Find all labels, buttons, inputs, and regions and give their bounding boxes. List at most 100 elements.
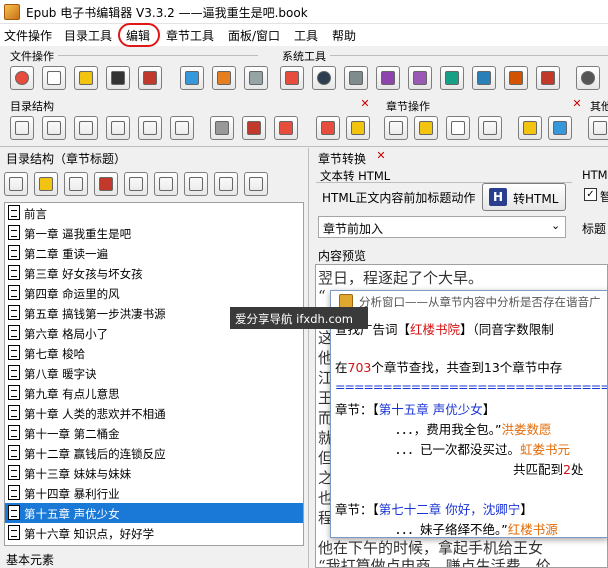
chapter-export-button[interactable] — [518, 116, 542, 140]
toc-item[interactable]: 第八章 暖字诀 — [5, 363, 303, 383]
code-button[interactable] — [472, 66, 496, 90]
toc-indent-button[interactable] — [138, 116, 162, 140]
close-chapter-toolbar-icon[interactable]: ✕ — [572, 98, 582, 109]
open-file-button[interactable] — [10, 66, 34, 90]
save-button[interactable] — [106, 66, 130, 90]
toc-item[interactable]: 第十四章 暴利行业 — [5, 483, 303, 503]
toc-item[interactable]: 第四章 命运里的风 — [5, 283, 303, 303]
panel-delete-button[interactable] — [214, 172, 238, 196]
tab-html[interactable]: HTML — [582, 168, 608, 182]
toc-item[interactable]: 第十二章 赢钱后的连锁反应 — [5, 443, 303, 463]
outdent-icon — [175, 121, 189, 135]
menu-toc-tools[interactable]: 目录工具 — [64, 27, 112, 44]
toc-item[interactable]: 第七章 梭哈 — [5, 343, 303, 363]
hit-snippet-line: ．．．妹子络绎不绝。”红楼书源 — [395, 522, 558, 537]
title-position-select[interactable]: 章节前加入 ⌄ — [318, 216, 566, 238]
find-button[interactable] — [312, 66, 336, 90]
grid-button[interactable] — [504, 66, 528, 90]
gear-icon — [581, 71, 595, 85]
chart-icon — [445, 71, 459, 85]
toc-up-level-button[interactable] — [10, 116, 34, 140]
window-button[interactable] — [536, 66, 560, 90]
toc-sort-button[interactable] — [316, 116, 340, 140]
chapter-delete-button[interactable] — [478, 116, 502, 140]
hit-snippet-line: ．．．已一次都没买过。虹娄书元 — [395, 442, 571, 457]
save-as-icon — [143, 71, 157, 85]
new-book-button[interactable] — [42, 66, 66, 90]
panel-splitter[interactable] — [308, 148, 309, 568]
copy-icon — [249, 71, 263, 85]
menu-chapter-tools[interactable]: 章节工具 — [166, 27, 214, 44]
toc-rename-button[interactable] — [346, 116, 370, 140]
toc-item[interactable]: 前言 — [5, 203, 303, 223]
calendar-button[interactable] — [280, 66, 304, 90]
convert-html-button[interactable]: H 转HTML — [482, 183, 566, 211]
toc-item[interactable]: 第十章 人类的悲欢并不相通 — [5, 403, 303, 423]
menu-help[interactable]: 帮助 — [332, 27, 356, 44]
toolbar-chapter-ops-title: 章节操作 — [386, 100, 430, 113]
menu-tools[interactable]: 工具 — [294, 27, 318, 44]
menu-bar: 文件操作 目录工具 编辑 章节工具 面板/窗口 工具 帮助 — [0, 24, 608, 46]
smart-checkbox[interactable]: ✓ — [584, 188, 597, 201]
open-folder-button[interactable] — [74, 66, 98, 90]
toc-item-selected[interactable]: 第十五章 声优少女 — [5, 503, 303, 523]
calendar-icon — [285, 71, 299, 85]
hit-total-line: 共匹配到2处 — [513, 462, 584, 477]
menu-file[interactable]: 文件操作 — [4, 27, 52, 44]
toc-outdent-button[interactable] — [170, 116, 194, 140]
style-button[interactable] — [408, 66, 432, 90]
settings-button[interactable] — [576, 66, 600, 90]
panel-move-button[interactable] — [124, 172, 148, 196]
preview-button[interactable] — [376, 66, 400, 90]
rename-icon — [351, 121, 365, 135]
other-list-button[interactable] — [588, 116, 608, 140]
toc-item[interactable]: 第九章 有点儿意思 — [5, 383, 303, 403]
chapter-paste-button[interactable] — [414, 116, 438, 140]
chapter-copy-button[interactable] — [384, 116, 408, 140]
toc-delete-layer-button[interactable] — [242, 116, 266, 140]
toc-panel-title: 目录结构（章节标题） — [6, 152, 127, 166]
panel-tools-button[interactable] — [244, 172, 268, 196]
arrow-down-icon — [79, 121, 93, 135]
toc-move-up-button[interactable] — [42, 116, 66, 140]
toc-item[interactable]: 第二章 重读一遍 — [5, 243, 303, 263]
toc-clear-button[interactable] — [274, 116, 298, 140]
toc-move-down-button[interactable] — [74, 116, 98, 140]
watermark: 爱分享导航 ifxdh.com — [230, 307, 368, 329]
copy-book-button[interactable] — [244, 66, 268, 90]
panel-new-button[interactable] — [64, 172, 88, 196]
toc-layers-button[interactable] — [210, 116, 234, 140]
panel-indent-button[interactable] — [154, 172, 178, 196]
close-chapter-convert-icon[interactable]: ✕ — [376, 150, 386, 161]
info-icon — [185, 71, 199, 85]
code-icon — [477, 71, 491, 85]
panel-outdent-button[interactable] — [184, 172, 208, 196]
analysis-title-bar[interactable]: 分析窗口——从章节内容中分析是否存在谐音广 — [331, 291, 607, 311]
menu-panel-window[interactable]: 面板/窗口 — [228, 27, 280, 44]
toc-item[interactable]: 第十六章 知识点，好好学 — [5, 523, 303, 543]
save-as-button[interactable] — [138, 66, 162, 90]
chapter-import-button[interactable] — [548, 116, 572, 140]
chart-button[interactable] — [440, 66, 464, 90]
preview-line: “ — [318, 287, 326, 305]
toc-item[interactable]: 第十三章 妹妹与妹妹 — [5, 463, 303, 483]
toc-item[interactable]: 第十一章 第二桶金 — [5, 423, 303, 443]
chapter-convert-title: 章节转换 — [318, 152, 367, 166]
convert-button[interactable] — [344, 66, 368, 90]
analysis-window[interactable]: 分析窗口——从章节内容中分析是否存在谐音广 查找广告词【红楼书院】（同音字数限制… — [330, 290, 608, 538]
document-icon — [8, 285, 20, 300]
toc-item[interactable]: 第一章 逼我重生是吧 — [5, 223, 303, 243]
panel-paste-button[interactable] — [34, 172, 58, 196]
close-toc-toolbar-icon[interactable]: ✕ — [360, 98, 370, 109]
panel-list-button[interactable] — [94, 172, 118, 196]
toc-item[interactable]: 第三章 好女孩与坏女孩 — [5, 263, 303, 283]
divider — [58, 55, 258, 56]
export-button[interactable] — [212, 66, 236, 90]
chapter-new-button[interactable] — [446, 116, 470, 140]
document-icon — [8, 345, 20, 360]
indent-icon — [159, 177, 173, 191]
book-info-button[interactable] — [180, 66, 204, 90]
toc-merge-button[interactable] — [106, 116, 130, 140]
panel-copy-button[interactable] — [4, 172, 28, 196]
clear-icon — [279, 121, 293, 135]
